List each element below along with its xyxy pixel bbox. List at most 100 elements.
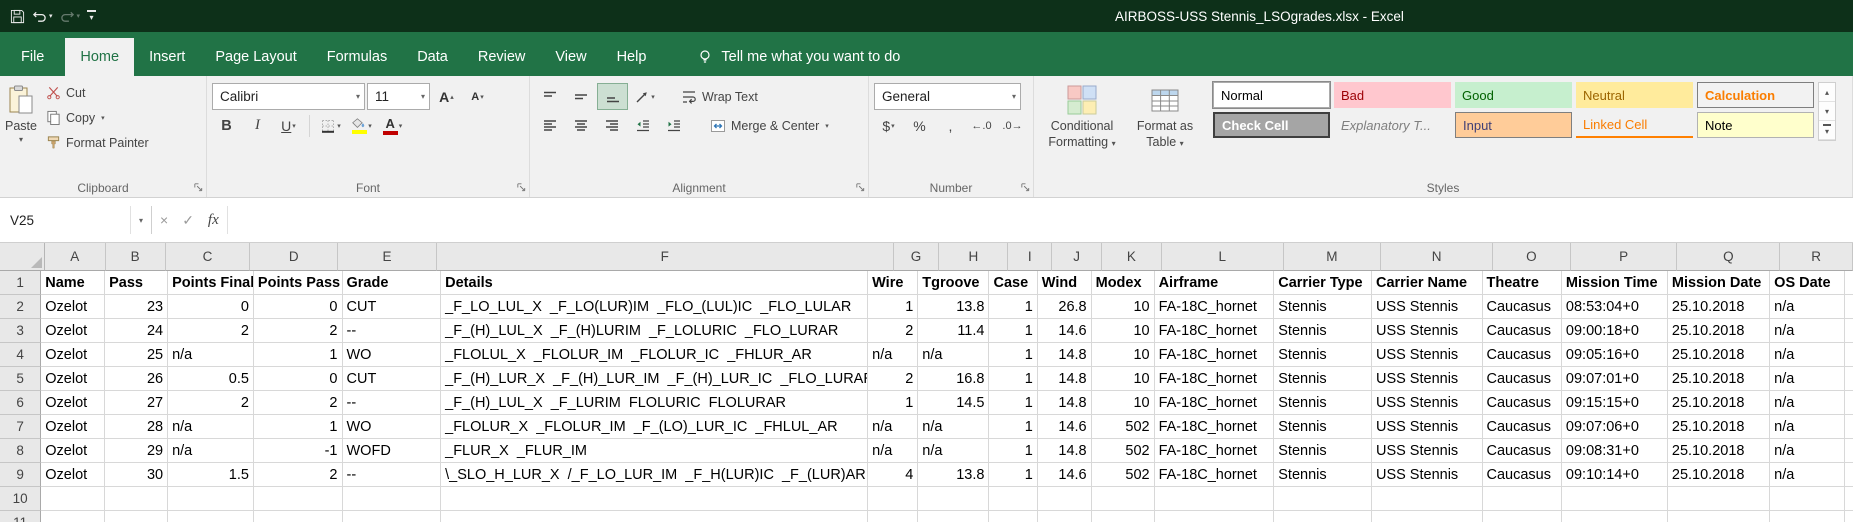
cell-K8[interactable]: 502 — [1092, 439, 1155, 463]
cell-R8[interactable]: n/a — [1770, 439, 1845, 463]
cell-B7[interactable]: 28 — [105, 415, 168, 439]
borders-dropdown-icon[interactable]: ▾ — [337, 122, 341, 130]
cell-N2[interactable]: USS Stennis — [1372, 295, 1483, 319]
qat-customize-button[interactable]: ▾ — [87, 10, 96, 22]
style-normal[interactable]: Normal — [1213, 82, 1330, 108]
cell-E1[interactable]: Grade — [343, 271, 442, 295]
column-header-C[interactable]: C — [166, 243, 251, 271]
cell-Q8[interactable]: 25.10.2018 — [1668, 439, 1770, 463]
increase-font-size-button[interactable]: A▴ — [432, 84, 461, 109]
undo-button[interactable]: ▾ — [32, 9, 53, 24]
cell-O3[interactable]: Caucasus — [1483, 319, 1562, 343]
cell-H3[interactable]: 11.4 — [918, 319, 989, 343]
column-header-O[interactable]: O — [1493, 243, 1571, 271]
cell-F3[interactable]: _F_(H)_LUL_X _F_(H)LURIM _F_LOLURIC _FLO… — [441, 319, 868, 343]
formula-input[interactable] — [228, 206, 1853, 234]
fill-color-button[interactable]: ▾ — [347, 113, 376, 138]
cell-M4[interactable]: Stennis — [1274, 343, 1372, 367]
cell-A6[interactable]: Ozelot — [41, 391, 105, 415]
cell-L7[interactable]: FA-18C_hornet — [1155, 415, 1275, 439]
clipboard-dialog-launcher-icon[interactable] — [193, 182, 204, 193]
cell-K1[interactable]: Modex — [1092, 271, 1155, 295]
tell-me[interactable]: Tell me what you want to do — [687, 38, 910, 76]
cell-E10[interactable] — [343, 487, 442, 511]
column-header-J[interactable]: J — [1052, 243, 1102, 271]
cell-M6[interactable]: Stennis — [1274, 391, 1372, 415]
row-header-10[interactable]: 10 — [0, 487, 41, 511]
cell-I2[interactable]: 1 — [989, 295, 1037, 319]
cell-L4[interactable]: FA-18C_hornet — [1155, 343, 1275, 367]
cell-L11[interactable] — [1155, 511, 1275, 522]
cell-O2[interactable]: Caucasus — [1483, 295, 1562, 319]
cell-G10[interactable] — [868, 487, 918, 511]
cell-N9[interactable]: USS Stennis — [1372, 463, 1483, 487]
row-header-2[interactable]: 2 — [0, 295, 41, 319]
cell-I7[interactable]: 1 — [989, 415, 1037, 439]
underline-dropdown-icon[interactable]: ▾ — [292, 122, 296, 130]
cell-O5[interactable]: Caucasus — [1483, 367, 1562, 391]
styles-scroll-down-button[interactable]: ▾ — [1819, 102, 1835, 121]
align-center-button[interactable] — [566, 113, 595, 138]
style-calculation[interactable]: Calculation — [1697, 82, 1814, 108]
cell-L10[interactable] — [1155, 487, 1275, 511]
cell-K2[interactable]: 10 — [1092, 295, 1155, 319]
copy-button[interactable]: Copy ▾ — [43, 105, 152, 130]
column-header-B[interactable]: B — [106, 243, 166, 271]
row-header-5[interactable]: 5 — [0, 367, 41, 391]
cell-A10[interactable] — [41, 487, 105, 511]
cell-B10[interactable] — [105, 487, 168, 511]
bottom-align-button[interactable] — [597, 83, 628, 110]
style-neutral[interactable]: Neutral — [1576, 82, 1693, 108]
cell-J1[interactable]: Wind — [1038, 271, 1092, 295]
cell-I11[interactable] — [989, 511, 1037, 522]
align-left-button[interactable] — [535, 113, 564, 138]
column-header-N[interactable]: N — [1381, 243, 1493, 271]
cell-L3[interactable]: FA-18C_hornet — [1155, 319, 1275, 343]
cell-L1[interactable]: Airframe — [1155, 271, 1275, 295]
cell-B5[interactable]: 26 — [105, 367, 168, 391]
cell-O8[interactable]: Caucasus — [1483, 439, 1562, 463]
column-header-K[interactable]: K — [1102, 243, 1162, 271]
cell-Q5[interactable]: 25.10.2018 — [1668, 367, 1770, 391]
row-header-7[interactable]: 7 — [0, 415, 41, 439]
cell-D7[interactable]: 1 — [254, 415, 343, 439]
cell-I10[interactable] — [989, 487, 1037, 511]
number-format-select[interactable]: General ▾ — [874, 83, 1021, 110]
style-linked-cell[interactable]: Linked Cell — [1576, 112, 1693, 138]
cell-C3[interactable]: 2 — [168, 319, 254, 343]
cell-O11[interactable] — [1483, 511, 1562, 522]
cell-D11[interactable] — [254, 511, 343, 522]
cell-C5[interactable]: 0.5 — [168, 367, 254, 391]
cell-Q11[interactable] — [1668, 511, 1770, 522]
tab-insert[interactable]: Insert — [134, 38, 200, 76]
cell-R6[interactable]: n/a — [1770, 391, 1845, 415]
cell-M11[interactable] — [1274, 511, 1372, 522]
cell-O9[interactable]: Caucasus — [1483, 463, 1562, 487]
cell-M8[interactable]: Stennis — [1274, 439, 1372, 463]
cell-Q2[interactable]: 25.10.2018 — [1668, 295, 1770, 319]
cell-C7[interactable]: n/a — [168, 415, 254, 439]
percent-style-button[interactable]: % — [905, 113, 934, 138]
cell-B2[interactable]: 23 — [105, 295, 168, 319]
column-header-H[interactable]: H — [939, 243, 1008, 271]
cell-M3[interactable]: Stennis — [1274, 319, 1372, 343]
cell-A1[interactable]: Name — [41, 271, 105, 295]
cell-H6[interactable]: 14.5 — [918, 391, 989, 415]
cell-P6[interactable]: 09:15:15+0 — [1562, 391, 1668, 415]
cell-I6[interactable]: 1 — [989, 391, 1037, 415]
format-painter-button[interactable]: Format Painter — [43, 130, 152, 155]
cell-R3[interactable]: n/a — [1770, 319, 1845, 343]
cell-B4[interactable]: 25 — [105, 343, 168, 367]
row-header-4[interactable]: 4 — [0, 343, 41, 367]
cell-Q10[interactable] — [1668, 487, 1770, 511]
cell-D6[interactable]: 2 — [254, 391, 343, 415]
cell-O10[interactable] — [1483, 487, 1562, 511]
italic-button[interactable]: I — [243, 113, 272, 138]
font-color-button[interactable]: A ▾ — [378, 113, 407, 138]
cell-G11[interactable] — [868, 511, 918, 522]
cell-Q9[interactable]: 25.10.2018 — [1668, 463, 1770, 487]
cell-M7[interactable]: Stennis — [1274, 415, 1372, 439]
column-header-Q[interactable]: Q — [1677, 243, 1780, 271]
style-input[interactable]: Input — [1455, 112, 1572, 138]
cell-H8[interactable]: n/a — [918, 439, 989, 463]
